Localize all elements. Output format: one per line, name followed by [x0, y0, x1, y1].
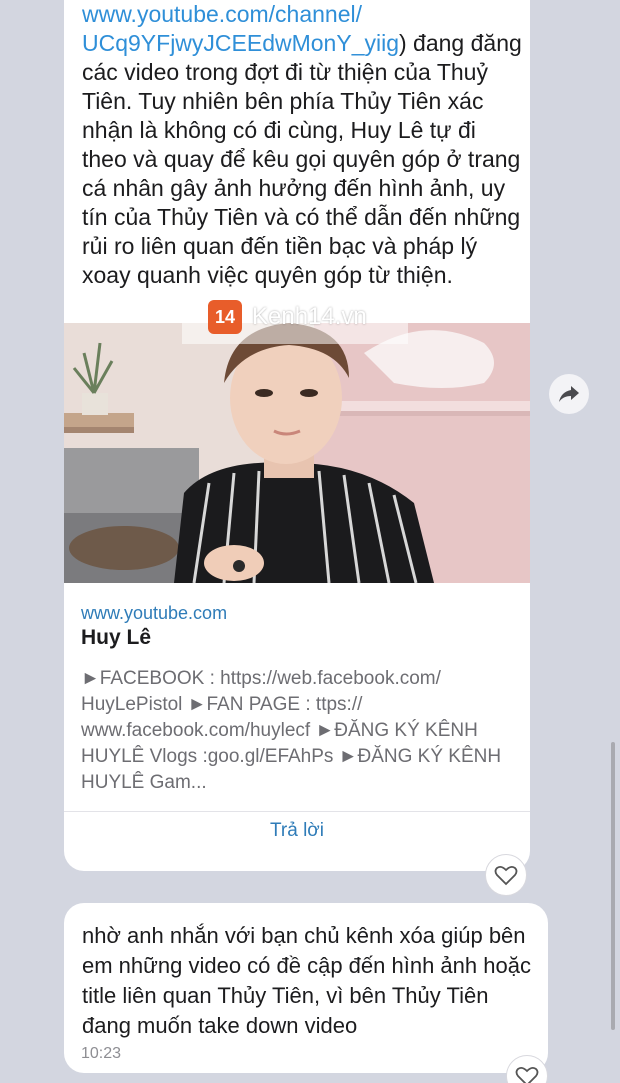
message-body-1: ) đang đăng các video trong đợt đi từ th…	[82, 30, 522, 288]
channel-link[interactable]: www.youtube.com/channel/ UCq9YFjwyJCEEdw…	[82, 1, 399, 56]
kenh14-watermark: 14 Kenh14.vn	[182, 290, 408, 344]
message-text-1: www.youtube.com/channel/ UCq9YFjwyJCEEdw…	[82, 0, 522, 290]
reply-button[interactable]: Trả lời	[64, 812, 530, 849]
message-timestamp: 10:23	[81, 1045, 122, 1062]
person-photo	[64, 323, 530, 583]
message-bubble-1[interactable]: www.youtube.com/channel/ UCq9YFjwyJCEEdw…	[64, 0, 530, 871]
message-bubble-2[interactable]: nhờ anh nhắn với bạn chủ kênh xóa giúp b…	[64, 903, 548, 1073]
scrollbar[interactable]	[611, 742, 615, 1030]
watermark-text: Kenh14.vn	[252, 303, 367, 330]
kenh14-logo: 14	[208, 300, 242, 334]
share-arrow-icon[interactable]	[549, 374, 589, 414]
message-text-2: nhờ anh nhắn với bạn chủ kênh xóa giúp b…	[82, 923, 531, 1038]
link-preview-description: ►FACEBOOK : https://web.facebook.com/ Hu…	[81, 668, 502, 793]
link-preview-image[interactable]	[64, 323, 530, 583]
link-preview-domain[interactable]: www.youtube.com	[81, 603, 227, 624]
heart-icon[interactable]	[485, 854, 527, 896]
link-preview-title[interactable]: Huy Lê	[81, 626, 151, 650]
